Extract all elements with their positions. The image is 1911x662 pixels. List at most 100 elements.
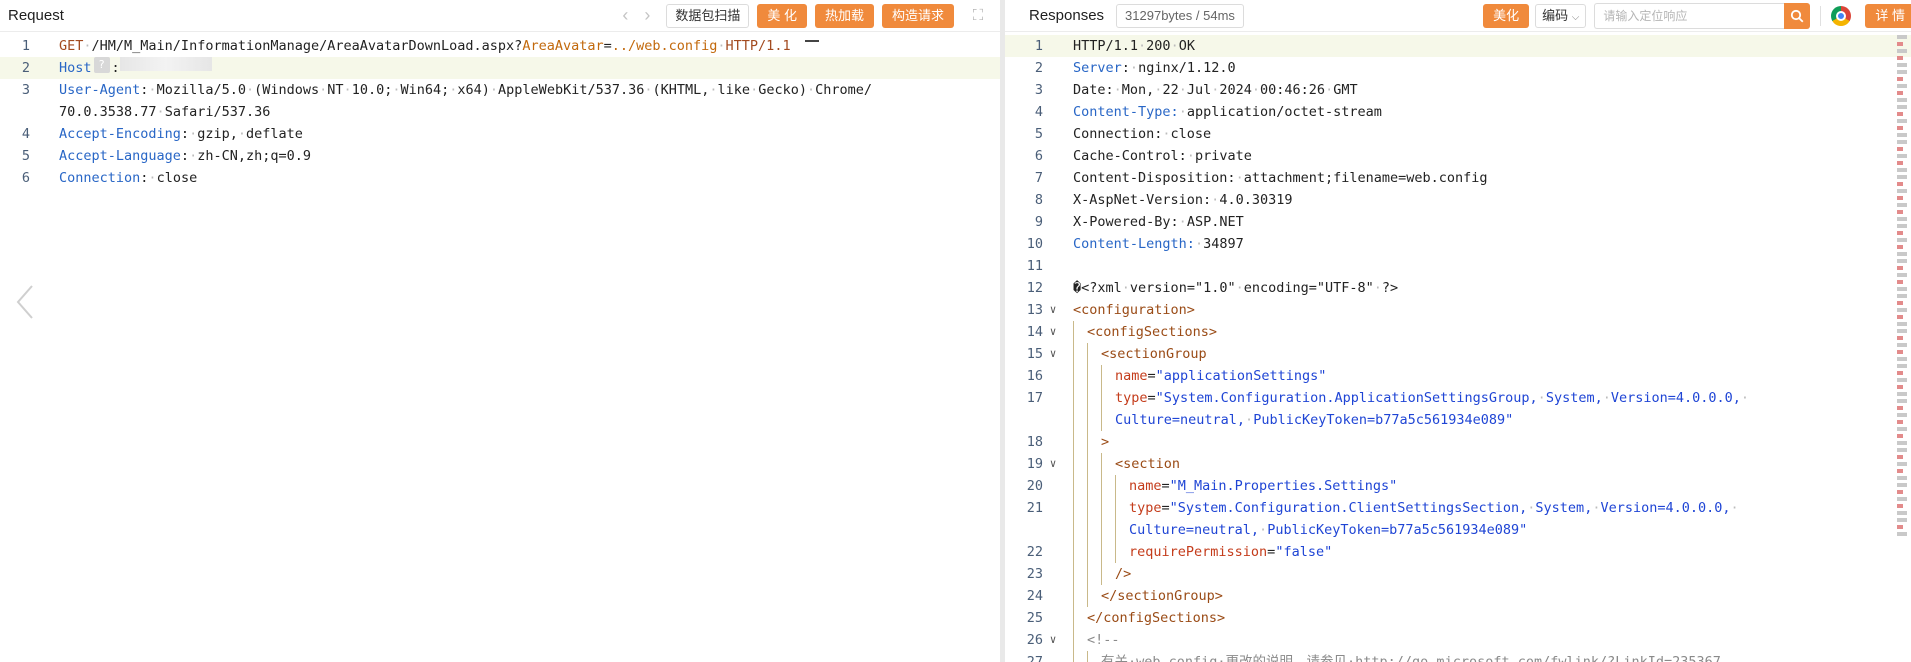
minimap[interactable] (1897, 35, 1907, 662)
fold-chevron-icon[interactable]: ∨ (1043, 343, 1063, 365)
code-token: Culture=neutral, (1115, 412, 1246, 428)
line-number: 22 (1026, 544, 1043, 560)
response-editor[interactable]: 1 HTTP/1.1 · 200 · OK 2 Server: · nginx/1.12.0 3 Da… (1005, 35, 1911, 662)
code-token: · (1730, 500, 1739, 516)
request-pane: Request ‹ › 数据包扫描 美 化 热加载 构造请求 ⛶ 1 GET ·/H… (0, 0, 1000, 662)
code-token: 有关·web.config·更改的说明，请参见·http://go.micros… (1101, 654, 1735, 662)
code-token: 34897 (1203, 236, 1244, 252)
fold-gutter (1043, 167, 1063, 189)
fold-chevron-icon[interactable]: ∨ (1043, 629, 1063, 651)
response-line: 2 Server: · nginx/1.12.0 (1005, 57, 1911, 79)
code-token: AreaAvatar (522, 38, 604, 54)
chrome-icon[interactable] (1831, 5, 1852, 26)
code-token: · (1129, 60, 1139, 76)
code-token: </sectionGroup> (1101, 588, 1223, 604)
line-number: 8 (1034, 192, 1043, 208)
code-token: ASP.NET (1186, 214, 1244, 230)
back-arrow-icon[interactable] (14, 282, 38, 322)
encoding-select[interactable]: 编码 ⌵ (1535, 3, 1587, 28)
code-token: Chrome/ (815, 82, 873, 98)
hot-reload-button[interactable]: 热加载 (814, 3, 874, 28)
code-token: Content-Length (1073, 236, 1187, 252)
response-line: 20 name = "M_Main.Properties.Settings" (1005, 475, 1911, 497)
line-number (1005, 409, 1043, 431)
line-number: 1 (1034, 38, 1043, 54)
indent-guide (1087, 475, 1101, 497)
search-icon[interactable] (1784, 2, 1811, 29)
fold-chevron-icon[interactable]: ∨ (1043, 299, 1063, 321)
response-line: 15 ∨ <sectionGroup (1005, 343, 1911, 365)
code-token: · (1211, 82, 1220, 98)
chevron-right-icon[interactable]: › (636, 5, 658, 26)
gutter-gap (1063, 79, 1073, 101)
line-number: 24 (1026, 588, 1043, 604)
indent-guide (1087, 519, 1101, 541)
code-token: · (1740, 390, 1750, 406)
code-token: Connection (59, 170, 141, 186)
build-request-button[interactable]: 构造请求 (881, 3, 954, 28)
request-editor[interactable]: 1 GET ·/HM/M_Main/InformationManage/AreaAv… (0, 35, 1000, 662)
line-number: 20 (1026, 478, 1043, 494)
packet-scan-button[interactable]: 数据包扫描 (666, 3, 750, 28)
code-token: = (1161, 478, 1170, 494)
gutter-gap (30, 35, 59, 57)
code-token: <configuration> (1073, 302, 1195, 318)
response-line: 26 ∨ <!-- (1005, 629, 1911, 651)
line-number: 3 (1034, 82, 1043, 98)
fold-chevron-icon[interactable]: ∨ (1043, 453, 1063, 475)
code-token: · (1186, 148, 1195, 164)
code-token: · (237, 126, 246, 142)
fold-chevron-icon[interactable]: ∨ (1043, 321, 1063, 343)
response-beautify-button[interactable]: 美化 (1483, 3, 1530, 28)
indent-guide (1087, 431, 1101, 453)
host-info-badge[interactable]: ? (93, 57, 110, 73)
fold-gutter (1043, 387, 1063, 409)
detail-button[interactable]: 详 情 (1865, 3, 1911, 28)
code-token: Content-Type (1073, 104, 1171, 120)
fold-gutter (1043, 541, 1063, 563)
gutter-gap (1063, 343, 1073, 365)
gutter-gap (1063, 299, 1073, 321)
code-token: zh-CN,zh;q=0.9 (197, 148, 311, 164)
response-line: 5 Connection: · close (1005, 123, 1911, 145)
response-line: 18 > (1005, 431, 1911, 453)
code-token: : (140, 82, 149, 98)
indent-guide (1087, 343, 1101, 365)
response-search-input[interactable] (1594, 2, 1785, 29)
gutter-gap (1063, 233, 1073, 255)
fold-gutter (1043, 563, 1063, 585)
response-line: Culture=neutral, · PublicKeyToken=b77a5c56… (1005, 409, 1911, 431)
code-token: <sectionGroup (1101, 346, 1207, 362)
response-line: 7 Content-Disposition: · attachment;filenam… (1005, 167, 1911, 189)
gutter-gap (30, 123, 59, 145)
line-number: 2 (1034, 60, 1043, 76)
code-token: 70.0.3538.77 (59, 104, 157, 120)
code-token: Version=4.0.0.0, (1600, 500, 1731, 516)
fold-gutter (1043, 475, 1063, 497)
code-token: type (1129, 500, 1162, 516)
code-token: Version=4.0.0.0, (1610, 390, 1741, 406)
fold-gutter (1043, 79, 1063, 101)
code-token: · (189, 148, 198, 164)
response-line: 8 X-AspNet-Version: · 4.0.30319 (1005, 189, 1911, 211)
request-title: Request (8, 7, 64, 24)
fold-gutter (1043, 211, 1063, 233)
chevron-left-icon[interactable]: ‹ (614, 5, 636, 26)
code-token: · (343, 82, 352, 98)
code-token: · (1235, 280, 1244, 296)
code-token: · (1162, 126, 1171, 142)
code-token: · (148, 170, 157, 186)
code-token: Safari/537.36 (164, 104, 271, 120)
response-line: 24 </sectionGroup> (1005, 585, 1911, 607)
expand-icon[interactable]: ⛶ (966, 4, 990, 28)
indent-guide (1087, 585, 1101, 607)
gutter-gap (1063, 101, 1073, 123)
gutter-gap (1063, 255, 1073, 277)
code-token: Gecko) (758, 82, 807, 98)
code-token: · (1251, 82, 1261, 98)
line-number: 16 (1026, 368, 1043, 384)
beautify-button[interactable]: 美 化 (757, 3, 807, 28)
code-token: · (1121, 280, 1130, 296)
fold-gutter (1043, 409, 1063, 431)
response-pane: Responses 31297bytes / 54ms 美化 编码 ⌵ 详 情 … (1005, 0, 1911, 662)
